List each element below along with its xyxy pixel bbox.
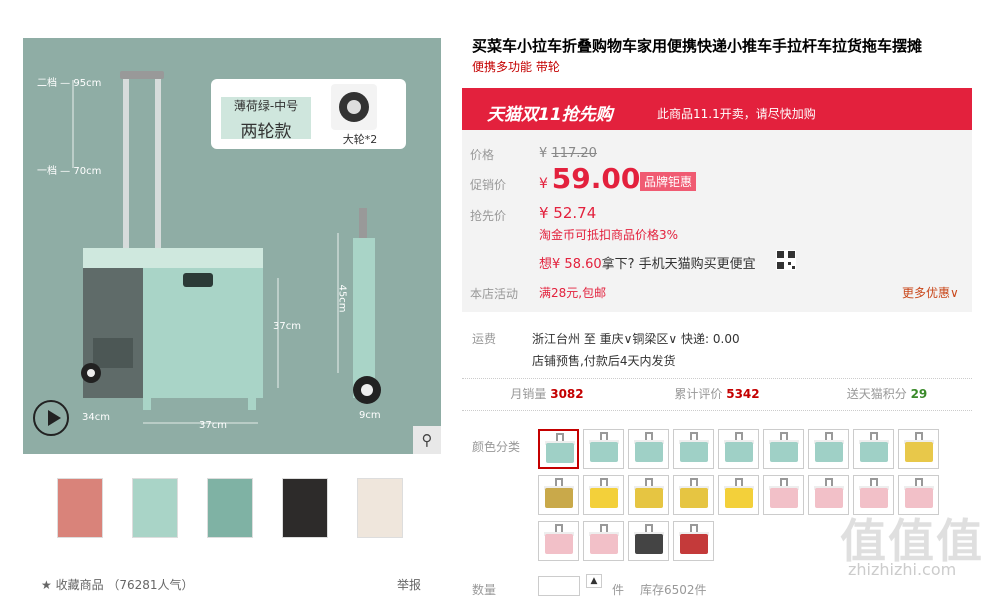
color-swatch[interactable]: [808, 429, 849, 469]
quantity-increase-button[interactable]: ▲: [586, 574, 602, 588]
color-swatch[interactable]: [763, 475, 804, 515]
sale-price: ¥ 59.00: [539, 162, 641, 195]
report-link[interactable]: 举报: [397, 576, 421, 593]
shipping-note: 店铺预售,付款后4天内发货: [532, 354, 676, 368]
stock-count: 库存6502件: [640, 583, 707, 597]
shipping-label: 运费: [472, 332, 497, 346]
early-price: ¥ 52.74: [539, 204, 597, 222]
spec-name: 薄荷绿-中号: [233, 99, 299, 113]
dim-9: 9cm: [359, 410, 381, 421]
thumbnail[interactable]: [132, 478, 178, 538]
dim-45: 45cm: [336, 284, 348, 313]
color-swatch[interactable]: [898, 429, 939, 469]
color-swatch[interactable]: [628, 475, 669, 515]
zoom-icon[interactable]: ⚲: [413, 426, 441, 454]
app-price-note[interactable]: 想¥ 58.60拿下? 手机天猫购买更便宜: [539, 253, 756, 272]
dim-37-width: 37cm: [199, 420, 227, 431]
more-offers-link[interactable]: 更多优惠∨: [902, 284, 959, 301]
spec-size: 两轮款: [240, 122, 292, 142]
dim-70: 一档 — 70cm: [37, 166, 102, 177]
wheel-caption: 大轮*2: [342, 133, 378, 146]
spec-card: 薄荷绿-中号 两轮款 大轮*2: [211, 79, 406, 149]
color-swatch[interactable]: [538, 521, 579, 561]
color-swatch[interactable]: [538, 475, 579, 515]
product-subtitle: 便携多功能 带轮: [472, 60, 560, 74]
quantity-input[interactable]: [538, 576, 580, 596]
original-price: ¥ 117.20: [539, 146, 597, 161]
double11-banner: 天猫双11抢先购 此商品11.1开卖，请尽快加购: [462, 88, 972, 130]
quantity-label: 数量: [472, 583, 497, 597]
stat-points: 送天猫积分 29: [846, 387, 928, 401]
qr-code-icon[interactable]: [776, 250, 796, 270]
color-swatch[interactable]: [538, 429, 579, 469]
early-label: 抢先价: [470, 209, 507, 223]
color-swatch[interactable]: [673, 521, 714, 561]
color-label: 颜色分类: [472, 440, 521, 454]
play-video-button[interactable]: [33, 400, 69, 436]
color-swatch[interactable]: [673, 475, 714, 515]
stat-reviews[interactable]: 累计评价 5342: [632, 379, 802, 410]
favorite-link[interactable]: ★ 收藏商品 （76281人气）: [41, 576, 194, 593]
shop-activity-label: 本店活动: [470, 287, 519, 301]
promo-badge: 品牌钜惠: [640, 172, 697, 191]
color-swatch[interactable]: [763, 429, 804, 469]
banner-title: 天猫双11抢先购: [487, 105, 613, 125]
price-panel: 天猫双11抢先购 此商品11.1开卖，请尽快加购 价格 ¥ 117.20 促销价…: [462, 88, 972, 312]
dim-34: 34cm: [82, 412, 110, 423]
chevron-down-icon: ∨: [950, 286, 959, 300]
thumbnail[interactable]: [357, 478, 403, 538]
banner-note: 此商品11.1开卖，请尽快加购: [657, 107, 816, 121]
color-swatch[interactable]: [718, 475, 759, 515]
shop-promo: 满28元,包邮: [539, 286, 607, 300]
thumbnail[interactable]: [57, 478, 103, 538]
sale-label: 促销价: [470, 178, 507, 192]
watermark-url: zhizhizhi.com: [848, 560, 957, 579]
dim-95: 二档 — 95cm: [37, 78, 102, 89]
color-swatch[interactable]: [583, 429, 624, 469]
thumbnail[interactable]: [207, 478, 253, 538]
color-swatch[interactable]: [853, 429, 894, 469]
thumbnail-strip: [57, 478, 403, 538]
product-title: 买菜车小拉车折叠购物车家用便携快递小推车手拉杆车拉货拖车摆摊: [472, 37, 923, 55]
price-label: 价格: [470, 148, 495, 162]
wheel-image: [331, 84, 377, 130]
color-swatch[interactable]: [583, 475, 624, 515]
color-swatch[interactable]: [673, 429, 714, 469]
color-swatch[interactable]: [718, 429, 759, 469]
color-swatch[interactable]: [583, 521, 624, 561]
main-product-image[interactable]: 薄荷绿-中号 两轮款 大轮*2 二档 — 95cm 一档 — 70cm 45cm…: [23, 38, 441, 454]
dim-37-height: 37cm: [273, 321, 301, 332]
thumbnail[interactable]: [282, 478, 328, 538]
quantity-unit: 件: [612, 583, 625, 597]
stat-monthly-sales: 月销量 3082: [510, 387, 584, 401]
coin-note: 淘金币可抵扣商品价格3%: [539, 228, 679, 242]
shipping-destination[interactable]: 浙江台州 至 重庆∨铜梁区∨ 快递: 0.00: [532, 330, 740, 347]
color-swatch[interactable]: [628, 521, 669, 561]
color-swatch[interactable]: [628, 429, 669, 469]
stats-bar: 月销量 3082 累计评价 5342 送天猫积分 29: [462, 378, 972, 411]
